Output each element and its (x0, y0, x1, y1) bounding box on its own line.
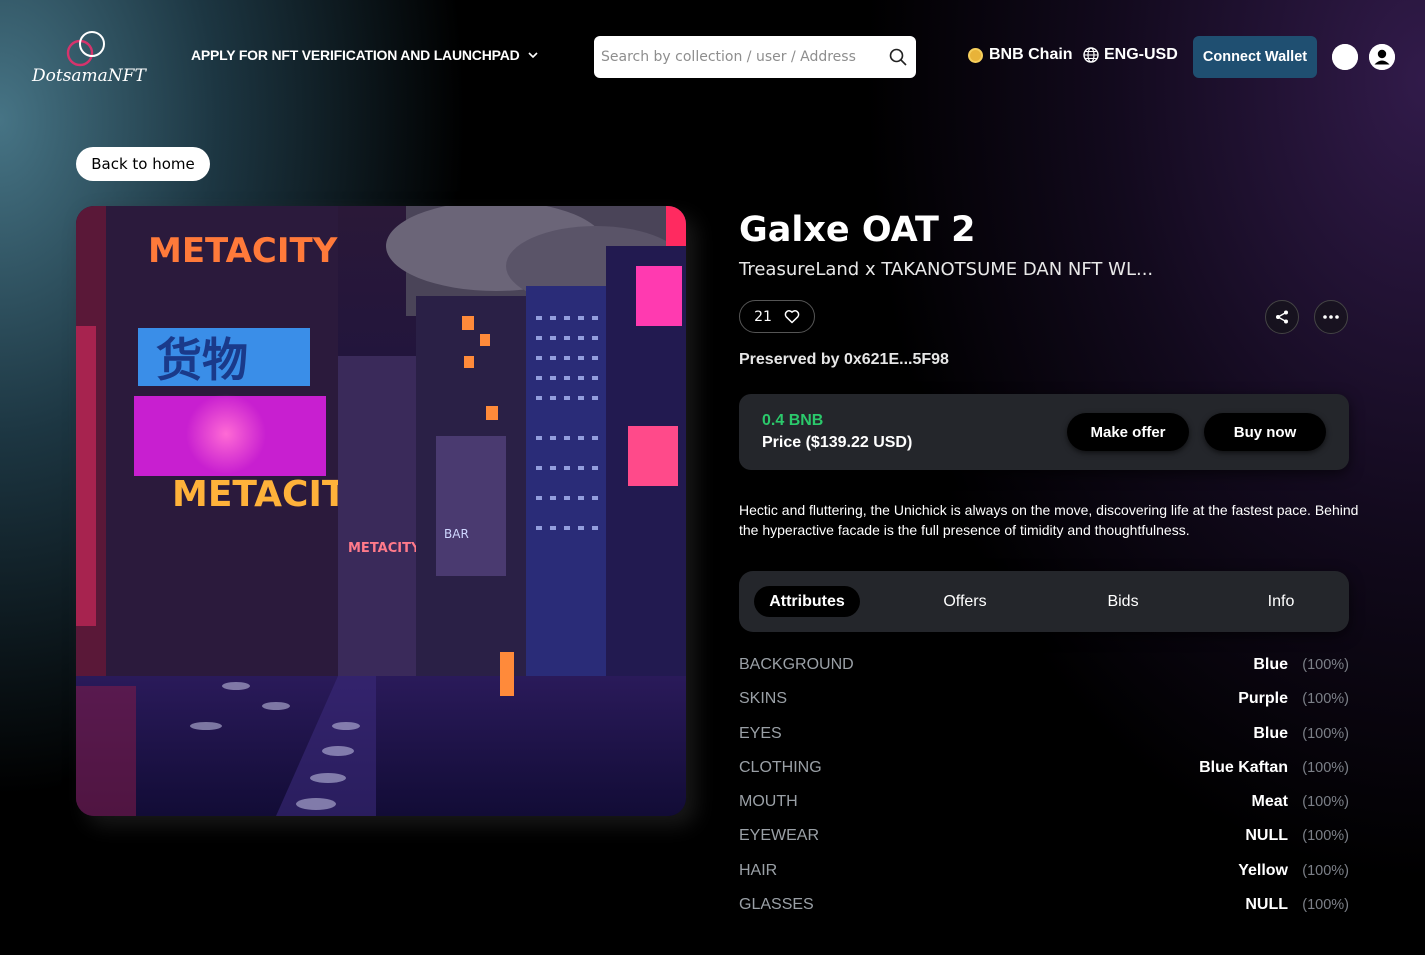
connect-wallet-button[interactable]: Connect Wallet (1193, 36, 1317, 78)
sign-metacity-top: METACITY (148, 231, 338, 271)
attribute-key: CLOTHING (739, 758, 822, 776)
sign-metacity-small: METACITY (348, 541, 421, 556)
detail-tabs: Attributes Offers Bids Info (739, 571, 1349, 632)
attribute-row: EYES Blue (100%) (739, 723, 1349, 757)
attribute-row: CLOTHING Blue Kaftan (100%) (739, 757, 1349, 791)
tab-offers[interactable]: Offers (915, 586, 1015, 617)
chain-selector[interactable]: BNB Chain (968, 46, 1073, 64)
attribute-value: Blue Kaftan (1199, 758, 1288, 776)
language-selector[interactable]: ENG-USD (1083, 46, 1178, 64)
attribute-row: MOUTH Meat (100%) (739, 791, 1349, 825)
collection-name[interactable]: TreasureLand x TAKANOTSUME DAN NFT WL... (739, 259, 1153, 280)
attribute-percent: (100%) (1302, 657, 1349, 673)
chain-label: BNB Chain (989, 46, 1073, 63)
buy-now-button[interactable]: Buy now (1204, 413, 1326, 451)
attribute-key: SKINS (739, 690, 788, 708)
attribute-key: GLASSES (739, 896, 814, 914)
bnb-coin-icon (968, 47, 983, 63)
owner-address[interactable]: Preserved by 0x621E...5F98 (739, 351, 949, 369)
back-to-home-button[interactable]: Back to home (76, 147, 210, 181)
search-icon[interactable] (888, 47, 908, 67)
attribute-value: Yellow (1238, 861, 1288, 879)
attribute-percent: (100%) (1302, 897, 1349, 914)
search-box (594, 36, 916, 78)
attribute-value: Purple (1238, 690, 1288, 708)
more-icon (1323, 315, 1339, 319)
attribute-row: EYEWEAR NULL (100%) (739, 825, 1349, 859)
price-usd: Price ($139.22 USD) (762, 434, 913, 451)
user-icon (1369, 44, 1395, 70)
nft-description: Hectic and fluttering, the Unichick is a… (739, 502, 1359, 538)
make-offer-button[interactable]: Make offer (1067, 413, 1189, 451)
attribute-value: Meat (1251, 793, 1288, 811)
globe-icon (1083, 47, 1099, 63)
nft-title: Galxe OAT 2 (739, 210, 976, 250)
nft-image[interactable]: METACITY 货物 METACITY METACITY BAR (76, 206, 686, 816)
attribute-percent: (100%) (1302, 759, 1349, 776)
attribute-percent: (100%) (1302, 828, 1349, 845)
attribute-key: EYES (739, 724, 782, 742)
attribute-percent: (100%) (1302, 862, 1349, 879)
top-header: DotsamaNFT APPLY FOR NFT VERIFICATION AN… (0, 0, 1425, 112)
attribute-value: NULL (1245, 896, 1288, 914)
attribute-value: NULL (1245, 827, 1288, 845)
like-button[interactable]: 21 (739, 300, 815, 333)
logo-text: DotsamaNFT (32, 66, 146, 86)
attribute-row: SKINS Purple (100%) (739, 688, 1349, 722)
attribute-row: BACKGROUND Blue (100%) (739, 654, 1349, 688)
tab-attributes[interactable]: Attributes (754, 586, 860, 617)
share-button[interactable] (1265, 300, 1299, 334)
theme-toggle-button[interactable] (1332, 44, 1358, 70)
language-label: ENG-USD (1104, 46, 1178, 63)
heart-icon (784, 310, 800, 324)
search-input[interactable] (601, 36, 881, 78)
logo[interactable]: DotsamaNFT (30, 28, 150, 90)
chevron-down-icon (527, 51, 538, 58)
attribute-key: MOUTH (739, 793, 798, 811)
user-account-button[interactable] (1369, 44, 1395, 70)
attribute-percent: (100%) (1302, 691, 1349, 708)
attributes-list: BACKGROUND Blue (100%) SKINS Purple (100… (739, 654, 1349, 928)
nav-apply-verification[interactable]: APPLY FOR NFT VERIFICATION AND LAUNCHPAD (191, 47, 538, 63)
share-icon (1276, 310, 1288, 324)
attribute-value: Blue (1253, 656, 1288, 673)
attribute-value: Blue (1253, 724, 1288, 742)
moon-icon (1332, 44, 1358, 70)
tab-info[interactable]: Info (1231, 586, 1331, 617)
more-options-button[interactable] (1314, 300, 1348, 334)
attribute-row: GLASSES NULL (100%) (739, 894, 1349, 928)
attribute-key: EYEWEAR (739, 827, 820, 845)
like-count: 21 (754, 308, 772, 325)
price-panel: 0.4 BNB Price ($139.22 USD) Make offer B… (739, 394, 1349, 470)
price-bnb: 0.4 BNB (762, 412, 824, 429)
tab-bids[interactable]: Bids (1073, 586, 1173, 617)
sign-chinese: 货物 (156, 333, 248, 387)
nav-apply-label: APPLY FOR NFT VERIFICATION AND LAUNCHPAD (191, 47, 520, 63)
attribute-percent: (100%) (1302, 794, 1349, 811)
attribute-row: HAIR Yellow (100%) (739, 860, 1349, 894)
attribute-key: BACKGROUND (739, 656, 854, 673)
attribute-percent: (100%) (1302, 725, 1349, 742)
sign-bar: BAR (444, 527, 469, 541)
nft-artwork: METACITY 货物 METACITY METACITY BAR (76, 206, 686, 816)
attribute-key: HAIR (739, 861, 778, 879)
